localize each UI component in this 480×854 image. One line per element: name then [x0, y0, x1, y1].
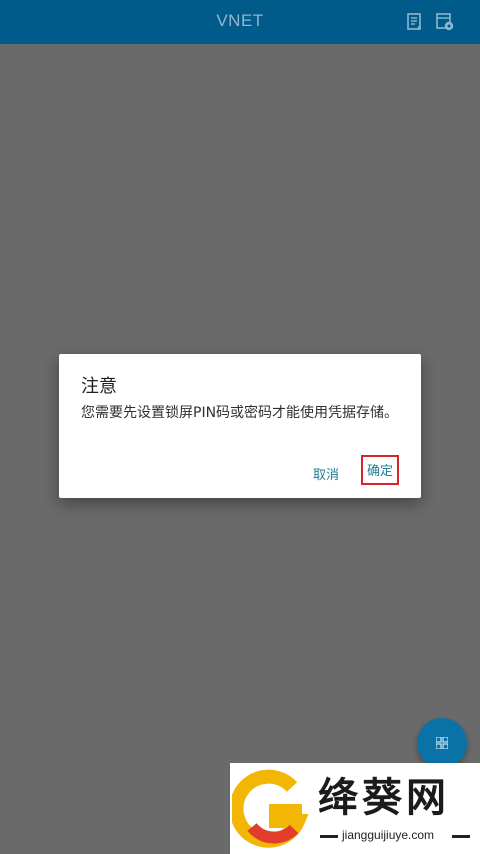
document-list-icon[interactable]	[405, 12, 425, 32]
watermark-divider	[320, 835, 338, 838]
alert-dialog: 注意 您需要先设置锁屏PIN码或密码才能使用凭据存储。 取消 确定	[59, 354, 421, 498]
watermark-divider	[452, 835, 470, 838]
fab-button[interactable]	[417, 718, 467, 768]
watermark-logo-icon	[232, 769, 309, 848]
watermark: 绛葵网 jiangguijiuye.com	[230, 763, 480, 854]
watermark-url: jiangguijiuye.com	[342, 828, 435, 842]
cancel-button[interactable]: 取消	[313, 464, 339, 483]
grid-icon	[436, 737, 448, 749]
confirm-button[interactable]: 确定	[361, 455, 399, 485]
dialog-title: 注意	[81, 376, 117, 397]
dialog-message: 您需要先设置锁屏PIN码或密码才能使用凭据存储。	[81, 405, 399, 421]
app-bar: VNET	[0, 0, 480, 44]
watermark-brand: 绛葵网	[318, 775, 450, 821]
settings-calendar-icon[interactable]	[435, 12, 455, 32]
